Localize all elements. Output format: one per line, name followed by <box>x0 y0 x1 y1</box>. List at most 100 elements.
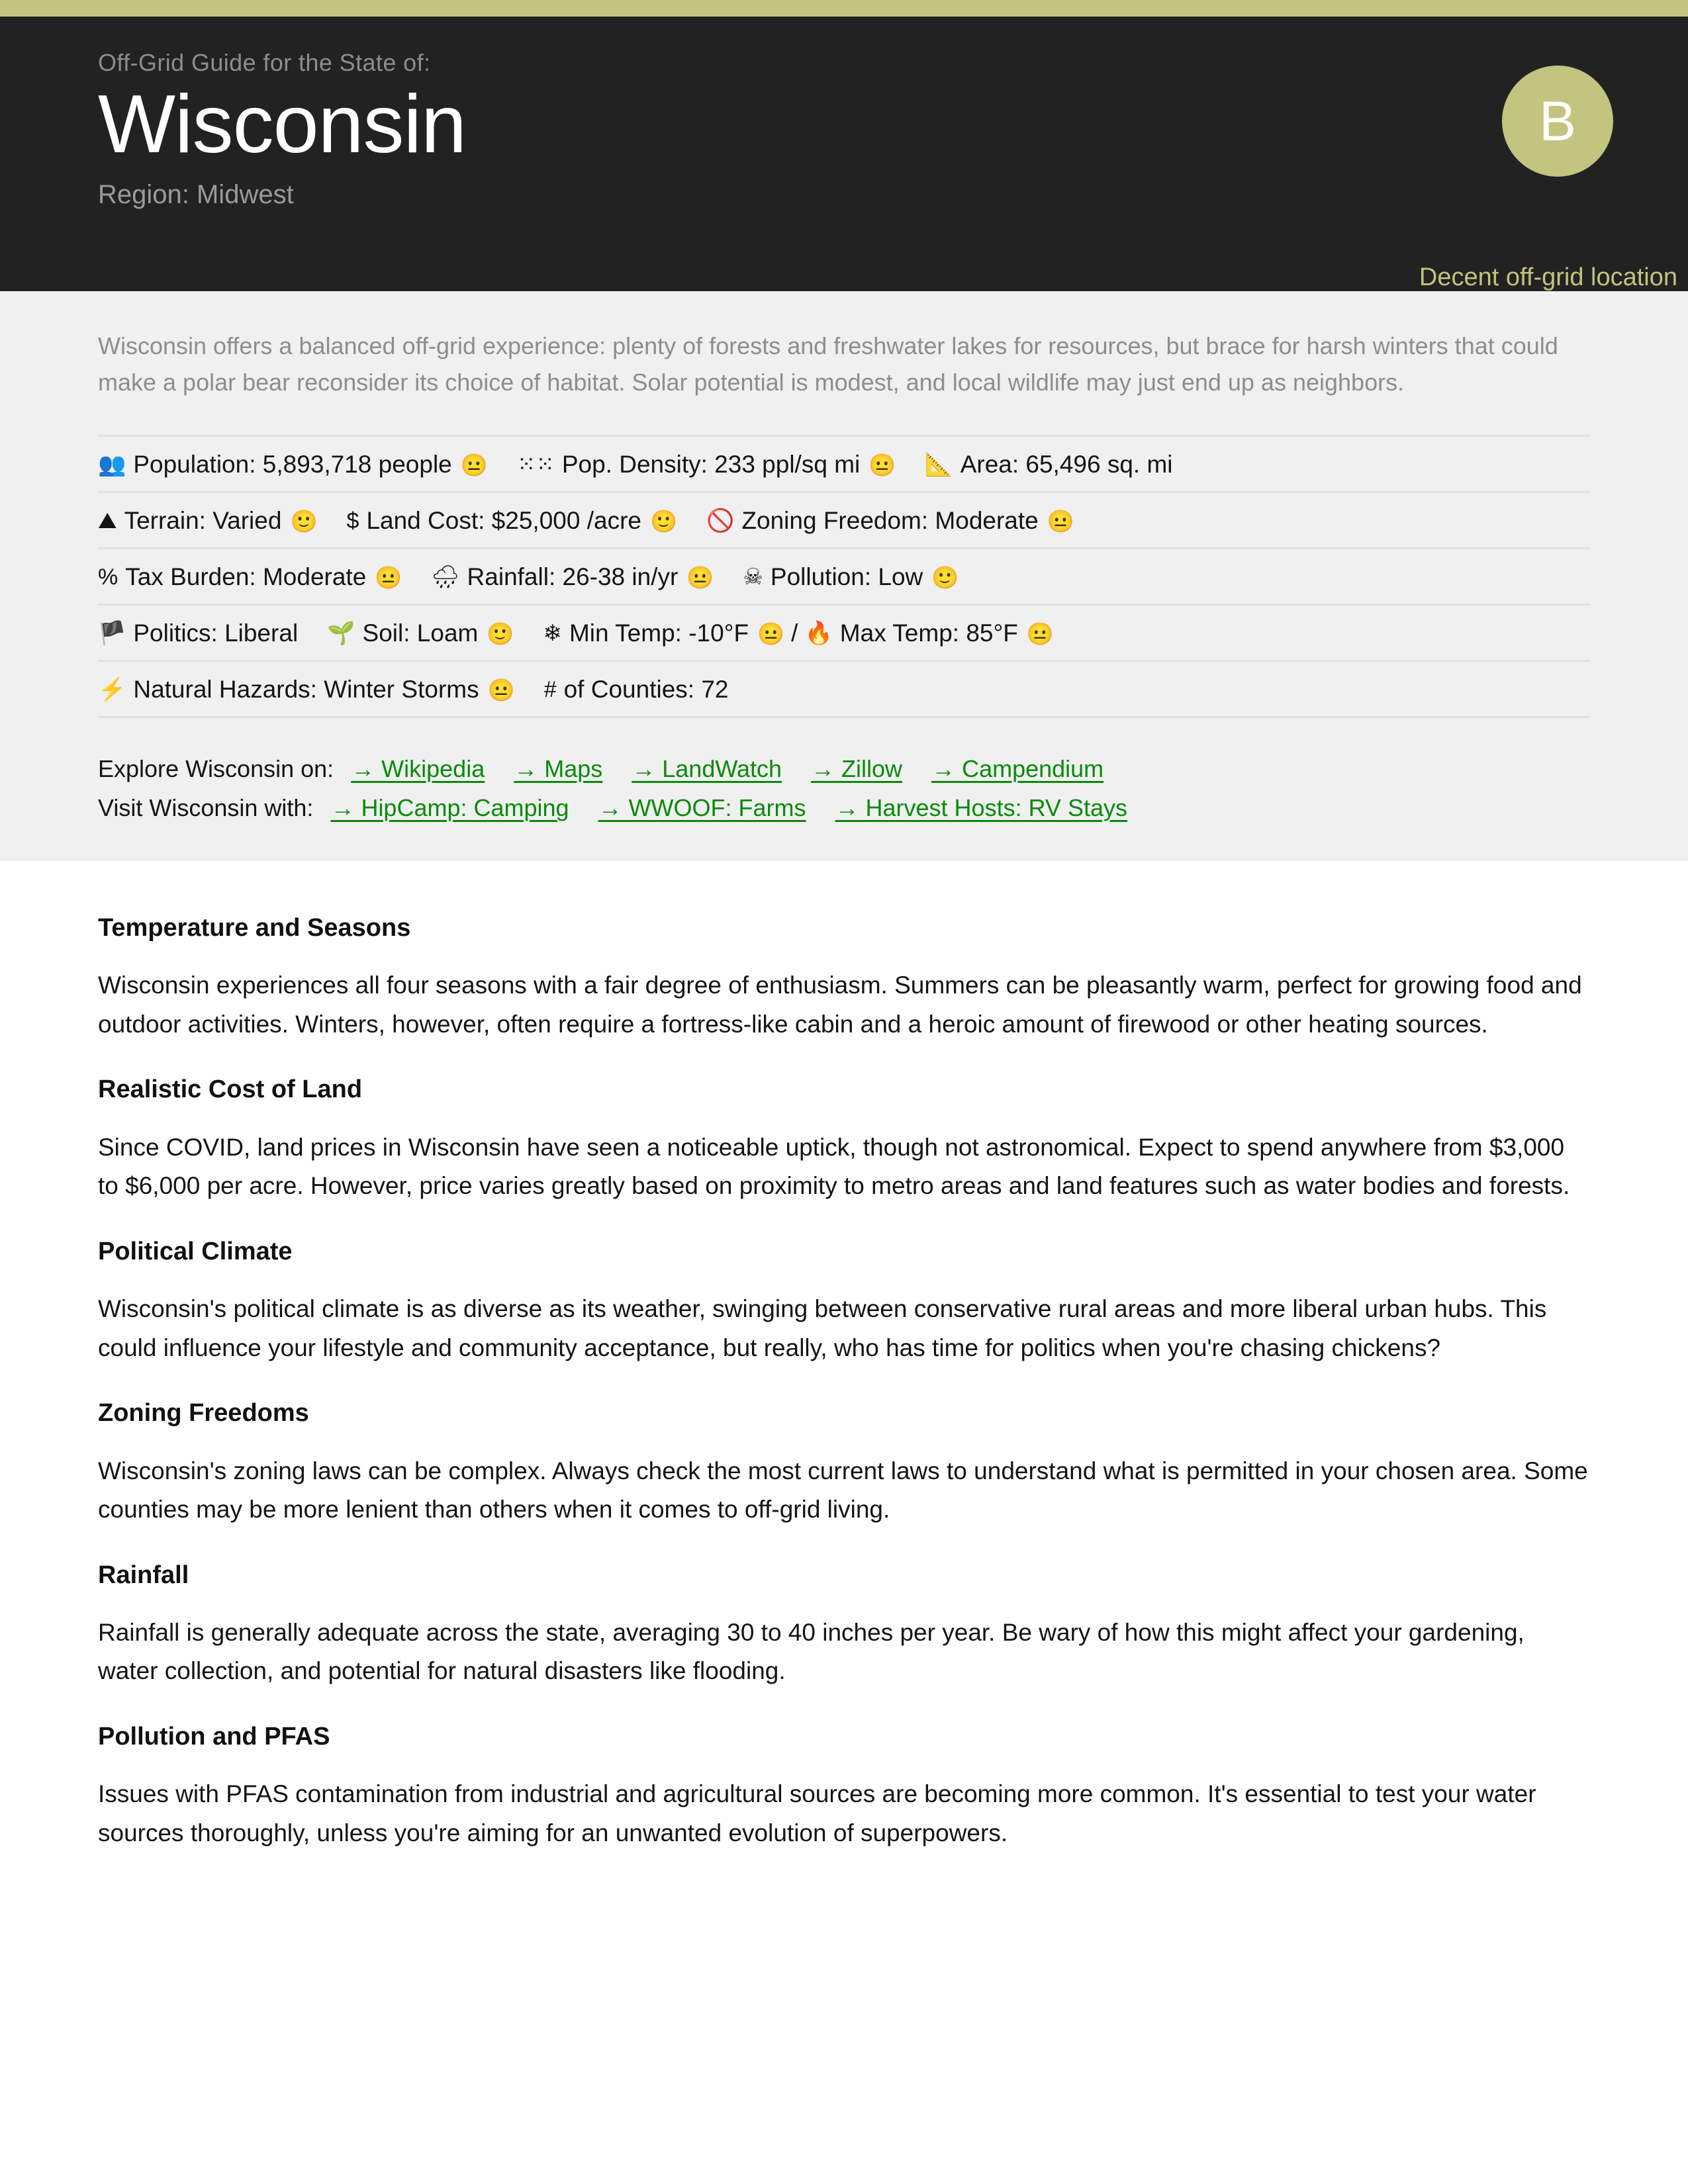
external-link[interactable]: → Wikipedia <box>351 755 485 782</box>
section-paragraph: Wisconsin experiences all four seasons w… <box>98 972 1582 1038</box>
stat-label: Min Temp: -10°F <box>569 619 749 647</box>
stat-item: 📐 Area: 65,496 sq. mi <box>925 449 1172 480</box>
stat-label: Area: 65,496 sq. mi <box>960 451 1173 478</box>
stat-label: of Counties: 72 <box>563 676 729 704</box>
links-block: Explore Wisconsin on: → Wikipedia → Maps →… <box>98 751 1590 826</box>
stat-item: ⁙⁙ Pop. Density: 233 ppl/sq mi 😐 <box>517 449 896 480</box>
stat-label: Rainfall: 26-38 in/yr <box>467 563 679 591</box>
stat-row: 👥 Population: 5,893,718 people 😐 ⁙⁙ Pop. Den… <box>98 435 1590 491</box>
neutral-face-icon: 😐 <box>460 452 488 477</box>
lightning-bolt-icon: ⚡ <box>98 677 126 703</box>
stat-row: 🏴 Politics: Liberal 🌱 Soil: Loam 🙂 ❄ Min Temp:… <box>98 604 1590 660</box>
stat-label: Pop. Density: 233 ppl/sq mi <box>561 451 861 478</box>
external-link[interactable]: → LandWatch <box>632 755 782 782</box>
visit-links-row: Visit Wisconsin with: → HipCamp: Camping… <box>98 790 1590 827</box>
external-link[interactable]: → WWOOF: Farms <box>598 794 806 821</box>
grade-caption: Decent off-grid location <box>1419 263 1677 291</box>
stat-item: 🔥 Max Temp: 85°F 😐 <box>804 618 1054 649</box>
stat-row: ⚡ Natural Hazards: Winter Storms 😐 # of Coun… <box>98 660 1590 719</box>
stat-item: ⛰ Terrain: Varied 🙂 <box>98 506 318 536</box>
density-dots-icon: ⁙⁙ <box>516 452 555 478</box>
explore-links-row: Explore Wisconsin on: → Wikipedia → Maps →… <box>98 751 1590 788</box>
stat-item: % Tax Burden: Moderate 😐 <box>98 562 402 592</box>
section-heading: Pollution and PFAS <box>98 1722 330 1751</box>
section-paragraph: Issues with PFAS contamination from indu… <box>98 1780 1536 1846</box>
snowflake-icon: ❄ <box>543 621 562 647</box>
grade-letter: B <box>1538 90 1577 152</box>
stat-row: ⛰ Terrain: Varied 🙂 $ Land Cost: $25,000 /ac… <box>98 491 1590 547</box>
top-accent-bar <box>0 0 1688 17</box>
flag-icon: 🏴 <box>98 621 126 647</box>
neutral-face-icon: 😐 <box>1047 508 1074 533</box>
mountain-icon: ⛰ <box>98 508 117 534</box>
grade-badge: B <box>1502 66 1613 177</box>
stat-item: 🌧 Rainfall: 26-38 in/yr 😐 <box>431 562 714 592</box>
section-heading: Temperature and Seasons <box>98 913 411 942</box>
intro-paragraph: Wisconsin offers a balanced off-grid exp… <box>98 332 1558 396</box>
stat-item: ⚡ Natural Hazards: Winter Storms 😐 <box>98 674 515 705</box>
skull-crossbones-icon: ☠ <box>743 565 763 590</box>
stat-label: Zoning Freedom: Moderate <box>741 507 1039 535</box>
stat-label: Politics: Liberal <box>133 619 299 647</box>
flame-icon: 🔥 <box>804 621 833 647</box>
section-heading: Realistic Cost of Land <box>98 1075 363 1104</box>
header-eyebrow: Off-Grid Guide for the State of: <box>98 49 431 76</box>
stat-item: 🚫 Zoning Freedom: Moderate 😐 <box>706 506 1074 536</box>
stat-item: ❄ Min Temp: -10°F 😐 / <box>543 618 804 649</box>
stat-item: $ Land Cost: $25,000 /acre 🙂 <box>347 506 678 536</box>
stat-label: Soil: Loam <box>362 619 479 647</box>
summary-panel: Wisconsin offers a balanced off-grid exp… <box>0 291 1688 861</box>
happy-face-icon: 🙂 <box>487 621 514 646</box>
explore-links-label: Explore Wisconsin on: <box>98 755 334 783</box>
stat-item: # of Counties: 72 <box>544 674 729 705</box>
neutral-face-icon: 😐 <box>487 677 515 702</box>
stat-item: 🏴 Politics: Liberal <box>98 618 298 649</box>
stat-label: Terrain: Varied <box>124 507 282 535</box>
neutral-face-icon: 😐 <box>686 565 714 590</box>
stats-table: 👥 Population: 5,893,718 people 😐 ⁙⁙ Pop. Den… <box>98 435 1590 719</box>
stat-item: 🌱 Soil: Loam 🙂 <box>327 618 514 649</box>
dollar-icon: $ <box>346 508 359 534</box>
section-paragraph: Wisconsin's political climate is as dive… <box>98 1295 1547 1361</box>
stat-item: ☠ Pollution: Low 🙂 <box>743 562 959 592</box>
visit-links-label: Visit Wisconsin with: <box>98 794 314 822</box>
external-link[interactable]: → Harvest Hosts: RV Stays <box>835 794 1127 821</box>
visit-links-list: → HipCamp: Camping → WWOOF: Farms → Harves… <box>330 790 1156 827</box>
stat-row: % Tax Burden: Moderate 😐 🌧 Rainfall: 26-38 i… <box>98 547 1590 604</box>
no-entry-icon: 🚫 <box>706 508 735 534</box>
percent-icon: % <box>98 565 118 590</box>
hash-icon: # <box>543 677 557 703</box>
people-icon: 👥 <box>98 452 126 478</box>
external-link[interactable]: → HipCamp: Camping <box>330 794 569 821</box>
stat-label: Pollution: Low <box>770 563 923 591</box>
stat-label: Population: 5,893,718 people <box>133 451 452 478</box>
region-label: Region: Midwest <box>98 180 294 210</box>
article-body: Temperature and Seasons Wisconsin experie… <box>0 860 1688 1853</box>
happy-face-icon: 🙂 <box>931 565 959 590</box>
happy-face-icon: 🙂 <box>649 508 678 533</box>
stat-label: Tax Burden: Moderate <box>125 563 367 591</box>
explore-links-list: → Wikipedia → Maps → LandWatch → Zillow → Ca… <box>351 751 1133 788</box>
neutral-face-icon: 😐 <box>868 452 896 477</box>
section-paragraph: Rainfall is generally adequate across th… <box>98 1619 1524 1685</box>
section-paragraph: Since COVID, land prices in Wisconsin ha… <box>98 1133 1570 1200</box>
stat-label: Max Temp: 85°F <box>839 619 1018 647</box>
neutral-face-icon: 😐 <box>1026 621 1054 646</box>
section-heading: Political Climate <box>98 1237 293 1265</box>
section-heading: Rainfall <box>98 1561 189 1589</box>
seedling-icon: 🌱 <box>327 621 355 647</box>
external-link[interactable]: → Campendium <box>931 755 1103 782</box>
external-link[interactable]: → Zillow <box>811 755 902 782</box>
section-heading: Zoning Freedoms <box>98 1399 309 1428</box>
ruler-icon: 📐 <box>925 452 953 478</box>
rain-cloud-icon: 🌧 <box>431 565 460 590</box>
happy-face-icon: 🙂 <box>290 508 318 533</box>
stat-item: 👥 Population: 5,893,718 people 😐 <box>98 449 488 480</box>
neutral-face-icon: 😐 <box>375 565 402 590</box>
stat-label: Natural Hazards: Winter Storms <box>133 676 479 704</box>
page-title: Wisconsin <box>98 79 467 171</box>
stat-separator: / <box>791 619 798 647</box>
page-header: Off-Grid Guide for the State of: Wiscons… <box>0 17 1688 291</box>
neutral-face-icon: 😐 <box>757 621 785 646</box>
external-link[interactable]: → Maps <box>514 755 602 782</box>
